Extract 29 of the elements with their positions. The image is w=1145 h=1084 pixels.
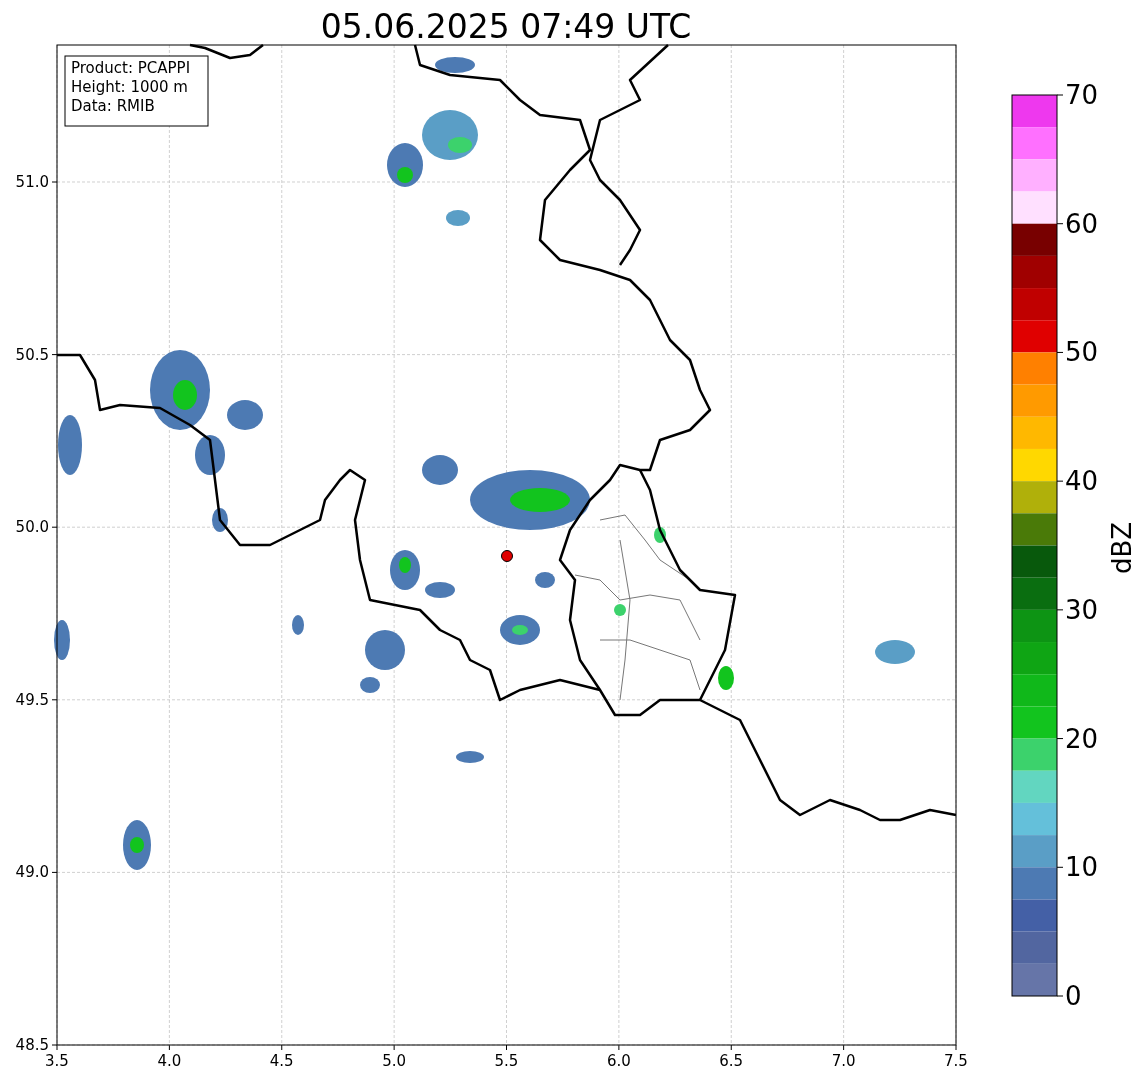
info-text: Data: RMIB bbox=[71, 97, 155, 115]
x-axis-tick-label: 4.0 bbox=[157, 1052, 182, 1070]
y-axis-tick-label: 51.0 bbox=[15, 173, 49, 191]
colorbar-label: dBZ bbox=[1107, 521, 1137, 575]
colorbar-tick-label: 50 bbox=[1065, 337, 1099, 368]
x-axis-tick-label: 6.0 bbox=[606, 1052, 631, 1070]
y-axis-tick-label: 50.5 bbox=[15, 345, 49, 364]
x-axis-tick-label: 6.5 bbox=[719, 1052, 744, 1070]
plot-title: 05.06.2025 07:49 UTC bbox=[320, 7, 692, 46]
y-axis-tick-label: 50.0 bbox=[15, 518, 49, 537]
colorbar-tick-label: 40 bbox=[1065, 466, 1099, 497]
colorbar-tick-label: 70 bbox=[1065, 80, 1099, 110]
x-axis-tick-label: 3.5 bbox=[45, 1052, 69, 1070]
colorbar-tick-label: 30 bbox=[1065, 594, 1099, 625]
x-axis-tick-label: 5.0 bbox=[382, 1052, 407, 1070]
y-axis-tick-label: 48.5 bbox=[15, 1036, 49, 1054]
colorbar-tick-label: 10 bbox=[1065, 852, 1099, 883]
colorbar-tick-label: 60 bbox=[1065, 208, 1099, 239]
info-text: Product: PCAPPI bbox=[71, 59, 191, 77]
colorbar-tick-label: 0 bbox=[1065, 981, 1082, 1011]
info-text: Height: 1000 m bbox=[71, 78, 188, 96]
radar-site-marker bbox=[501, 550, 513, 562]
x-axis-tick-label: 5.5 bbox=[494, 1052, 519, 1070]
x-axis-tick-label: 7.5 bbox=[944, 1052, 968, 1070]
x-axis-tick-label: 4.5 bbox=[269, 1052, 294, 1070]
y-axis-tick-label: 49.5 bbox=[15, 690, 49, 709]
y-axis-tick-label: 49.0 bbox=[15, 863, 49, 882]
x-axis-tick-label: 7.0 bbox=[831, 1052, 856, 1070]
colorbar-tick-label: 20 bbox=[1065, 723, 1099, 754]
